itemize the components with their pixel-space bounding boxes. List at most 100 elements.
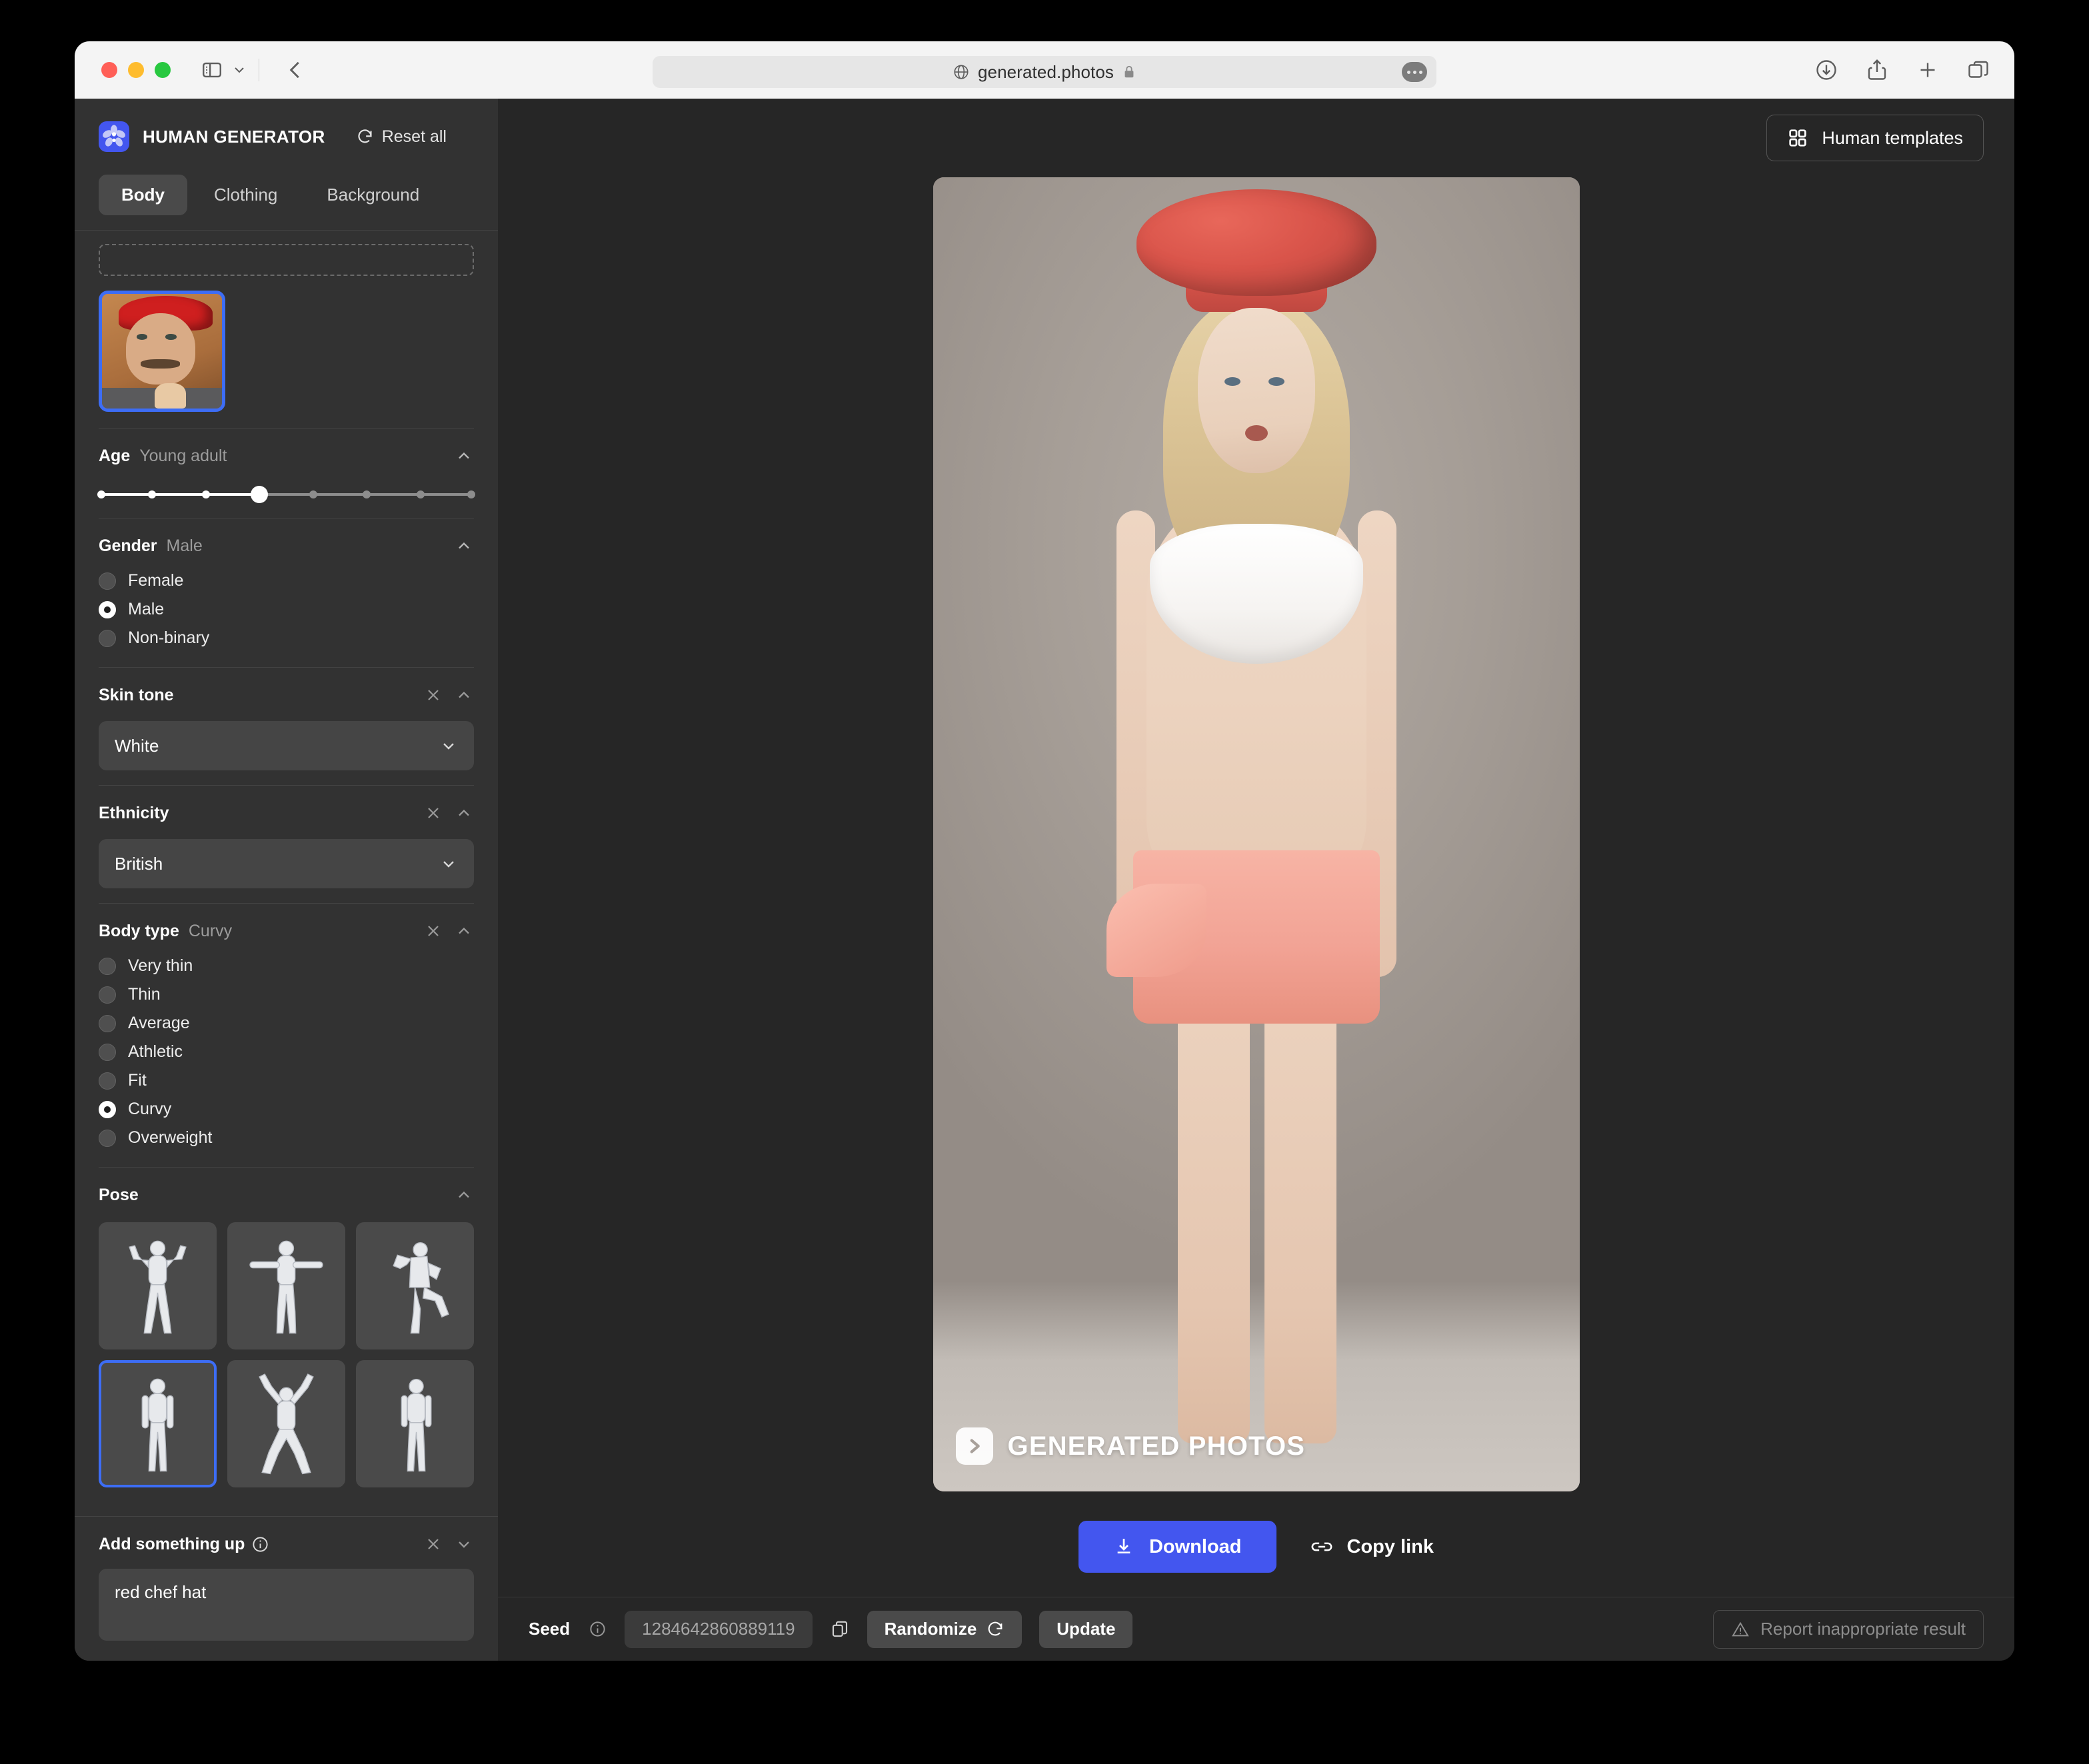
close-window-button[interactable] — [101, 62, 117, 78]
age-slider[interactable] — [97, 486, 475, 503]
update-button[interactable]: Update — [1039, 1610, 1133, 1648]
tab-clothing[interactable]: Clothing — [191, 175, 300, 215]
radio-indicator — [99, 1043, 116, 1061]
body-type-option-label: Curvy — [128, 1100, 172, 1118]
collapse-skin-tone-icon[interactable] — [454, 685, 474, 705]
clear-ethnicity-icon[interactable] — [423, 803, 443, 823]
body-type-option-fit[interactable]: Fit — [99, 1066, 474, 1095]
seed-label: Seed — [529, 1619, 571, 1639]
randomize-button[interactable]: Randomize — [867, 1610, 1023, 1648]
pose-option-leg-raise[interactable] — [356, 1222, 474, 1350]
randomize-label: Randomize — [884, 1619, 977, 1639]
figure-leg-right — [1264, 977, 1336, 1443]
section-skin-tone-title: Skin tone — [99, 685, 174, 704]
pose-option-flex[interactable] — [99, 1222, 217, 1350]
body-type-option-very-thin[interactable]: Very thin — [99, 952, 474, 980]
age-tick-0[interactable] — [97, 490, 105, 498]
body-type-option-label: Fit — [128, 1071, 147, 1090]
age-tick-2[interactable] — [201, 490, 210, 498]
sidebar-toggle-icon[interactable] — [199, 57, 225, 83]
human-templates-button[interactable]: Human templates — [1766, 115, 1984, 161]
sidebar-tabs: Body Clothing Background — [99, 175, 474, 215]
tab-overview-icon[interactable] — [1966, 58, 1990, 82]
expand-prompt-icon[interactable] — [454, 1534, 474, 1554]
more-options-icon[interactable] — [1402, 62, 1427, 82]
seed-info-icon[interactable] — [587, 1619, 607, 1639]
tab-background[interactable]: Background — [304, 175, 442, 215]
copy-link-button[interactable]: Copy link — [1310, 1536, 1434, 1558]
gender-option-non-binary[interactable]: Non-binary — [99, 624, 474, 652]
back-arrow-icon[interactable] — [281, 55, 310, 85]
prompt-info-icon[interactable] — [251, 1535, 269, 1553]
download-button[interactable]: Download — [1078, 1521, 1276, 1573]
prompt-input[interactable]: red chef hat — [99, 1569, 474, 1641]
tab-body[interactable]: Body — [99, 175, 187, 215]
section-age-header: Age Young adult — [99, 446, 474, 466]
link-icon — [1310, 1536, 1334, 1557]
figure-eye-left — [1224, 377, 1240, 386]
pose-option-arms-up[interactable] — [227, 1360, 345, 1488]
report-inappropriate-button[interactable]: Report inappropriate result — [1713, 1609, 1984, 1649]
gender-radio-group: Female Male Non-binary — [99, 566, 474, 652]
section-skin-tone-header: Skin tone — [99, 685, 474, 705]
pose-option-relaxed[interactable] — [356, 1360, 474, 1488]
reset-all-button[interactable]: Reset all — [356, 127, 447, 147]
age-tick-4[interactable] — [309, 490, 317, 498]
section-body-type: Body type Curvy Very thin Thin Average A… — [99, 903, 474, 1167]
human-templates-label: Human templates — [1822, 127, 1963, 148]
skin-tone-select[interactable]: White — [99, 721, 474, 770]
radio-indicator — [99, 1129, 116, 1147]
reset-icon — [356, 128, 374, 146]
body-type-option-thin[interactable]: Thin — [99, 980, 474, 1009]
ethnicity-value: British — [115, 853, 163, 874]
body-type-option-curvy[interactable]: Curvy — [99, 1095, 474, 1124]
gender-option-male[interactable]: Male — [99, 595, 474, 624]
face-reference-thumbnail[interactable] — [99, 291, 225, 412]
collapse-body-type-icon[interactable] — [454, 921, 474, 941]
shuffle-icon — [986, 1620, 1005, 1639]
section-pose-title: Pose — [99, 1185, 139, 1204]
chevron-down-icon — [439, 854, 458, 873]
copy-seed-icon[interactable] — [830, 1619, 850, 1639]
seed-value-field[interactable]: 1284642860889119 — [625, 1610, 813, 1648]
new-tab-icon[interactable] — [1916, 58, 1940, 82]
age-tick-5[interactable] — [363, 490, 371, 498]
body-type-option-label: Thin — [128, 985, 161, 1004]
downloads-icon[interactable] — [1814, 58, 1838, 82]
address-bar[interactable]: generated.photos — [653, 56, 1436, 88]
face-upload-dropzone[interactable] — [99, 244, 474, 276]
clear-skin-tone-icon[interactable] — [423, 685, 443, 705]
clear-prompt-icon[interactable] — [423, 1534, 443, 1554]
pose-option-t-stance[interactable] — [227, 1222, 345, 1350]
section-gender-title: Gender — [99, 536, 157, 555]
ethnicity-select[interactable]: British — [99, 839, 474, 888]
generated-photo[interactable]: GENERATED PHOTOS — [933, 177, 1580, 1491]
collapse-pose-icon[interactable] — [454, 1185, 474, 1205]
chevron-down-icon[interactable] — [229, 57, 249, 83]
maximize-window-button[interactable] — [155, 62, 171, 78]
radio-indicator — [99, 986, 116, 1004]
collapse-ethnicity-icon[interactable] — [454, 803, 474, 823]
body-type-option-athletic[interactable]: Athletic — [99, 1038, 474, 1066]
watermark: GENERATED PHOTOS — [955, 1427, 1306, 1465]
sidebar-scroll-area[interactable]: Age Young adult Gender Male Female Male … — [75, 230, 498, 1516]
pose-option-standing[interactable] — [99, 1360, 217, 1488]
figure-skirt-bow — [1106, 884, 1206, 977]
minimize-window-button[interactable] — [128, 62, 144, 78]
body-type-option-overweight[interactable]: Overweight — [99, 1124, 474, 1152]
age-slider-thumb[interactable] — [251, 486, 269, 503]
body-type-option-average[interactable]: Average — [99, 1009, 474, 1038]
age-tick-6[interactable] — [416, 490, 425, 498]
browser-window: generated.photos HUMAN GENERATOR Reset a… — [75, 41, 2014, 1661]
collapse-gender-icon[interactable] — [454, 536, 474, 556]
body-type-option-label: Average — [128, 1014, 190, 1032]
app-title: HUMAN GENERATOR — [143, 126, 325, 147]
age-tick-1[interactable] — [148, 490, 157, 498]
gender-option-female[interactable]: Female — [99, 566, 474, 595]
section-age: Age Young adult — [97, 428, 475, 518]
skin-tone-value: White — [115, 735, 159, 756]
clear-body-type-icon[interactable] — [423, 921, 443, 941]
collapse-age-icon[interactable] — [454, 446, 474, 466]
age-tick-7[interactable] — [467, 490, 475, 498]
share-icon[interactable] — [1865, 58, 1889, 82]
